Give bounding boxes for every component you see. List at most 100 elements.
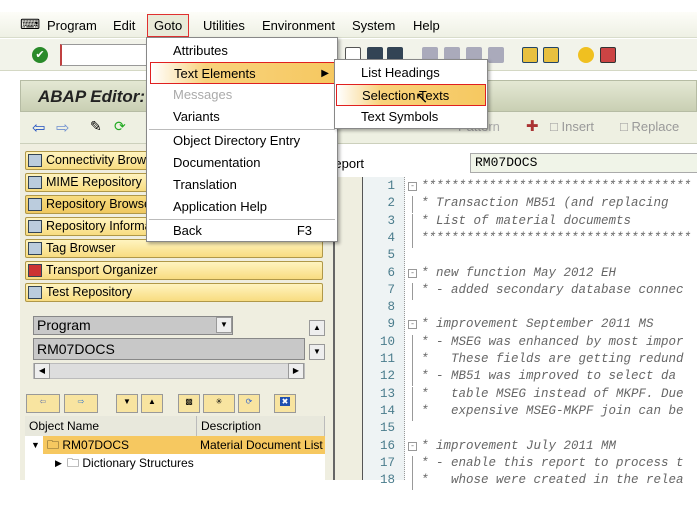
code-line[interactable]: 6 - * new function May 2012 EH bbox=[335, 266, 697, 283]
menu-item-variants[interactable]: Variants bbox=[148, 106, 220, 128]
menu-item-documentation[interactable]: Documentation bbox=[148, 152, 260, 174]
horizontal-scrollbar[interactable]: ◀ ▶ bbox=[33, 363, 305, 379]
code-line[interactable]: 7 * - added secondary database connec bbox=[335, 282, 697, 300]
code-line[interactable]: 16 - * improvement July 2011 MM bbox=[335, 439, 697, 456]
code-text: * improvement September 2011 MS bbox=[421, 317, 654, 332]
new-window-icon[interactable] bbox=[543, 47, 559, 63]
collapse-all-icon[interactable]: ▲ bbox=[141, 394, 163, 413]
layout-menu-icon[interactable] bbox=[600, 47, 616, 63]
fold-toggle-icon[interactable]: - bbox=[408, 441, 417, 451]
forward-arrow-icon[interactable]: ⇨ bbox=[56, 118, 69, 138]
menu-item-attributes[interactable]: Attributes bbox=[148, 40, 228, 62]
menu-item-application-help[interactable]: Application Help bbox=[148, 196, 267, 218]
enter-icon[interactable]: ✔ bbox=[32, 47, 48, 63]
fold-line bbox=[412, 334, 413, 352]
code-text: * improvement July 2011 MM bbox=[421, 438, 617, 453]
fold-toggle-icon[interactable]: - bbox=[408, 268, 417, 278]
create-shortcut-icon[interactable] bbox=[522, 47, 538, 63]
last-page-icon[interactable] bbox=[488, 47, 504, 63]
test-repository-button[interactable]: Test Repository bbox=[25, 283, 323, 302]
code-line[interactable]: 4 ************************************ bbox=[335, 230, 697, 248]
fold-toggle-icon[interactable]: - bbox=[408, 182, 417, 191]
active-inactive-icon[interactable]: ⟳ bbox=[114, 118, 126, 135]
expand-all-icon[interactable]: ▼ bbox=[116, 394, 138, 413]
menu-edit[interactable]: Edit bbox=[113, 18, 135, 33]
menu-item-back[interactable]: Back F3 bbox=[148, 220, 336, 242]
menu-item-list-headings[interactable]: List Headings bbox=[336, 62, 440, 84]
code-text: ************************************ bbox=[421, 230, 692, 245]
menu-help[interactable]: Help bbox=[413, 18, 440, 33]
code-line[interactable]: 12 * - MB51 was improved to select da bbox=[335, 369, 697, 387]
window-menu-icon[interactable]: ⌨ bbox=[20, 16, 40, 33]
replace-button[interactable]: □ Replace bbox=[620, 119, 679, 134]
scroll-up-icon[interactable]: ▲ bbox=[309, 320, 325, 336]
code-area[interactable]: 1- ************************************ 2 *… bbox=[335, 177, 697, 491]
code-line[interactable]: 5 bbox=[335, 248, 697, 265]
code-text: ************************************ bbox=[421, 179, 692, 193]
close-icon[interactable]: ✖ bbox=[274, 394, 296, 413]
code-line[interactable]: 9 - * improvement September 2011 MS bbox=[335, 317, 697, 334]
command-field[interactable] bbox=[60, 44, 150, 66]
chevron-down-icon[interactable]: ▼ bbox=[216, 317, 232, 333]
fold-line bbox=[412, 230, 413, 248]
scroll-down-icon[interactable]: ▼ bbox=[309, 344, 325, 360]
menu-environment[interactable]: Environment bbox=[262, 18, 335, 33]
line-number: 5 bbox=[387, 248, 395, 263]
menu-item-selection-texts[interactable]: Selection Texts bbox=[336, 84, 486, 106]
label: Transport Organizer bbox=[46, 263, 158, 277]
menu-utilities[interactable]: Utilities bbox=[203, 18, 245, 33]
tree-node-name[interactable]: 🗀 Dictionary Structures bbox=[67, 454, 194, 472]
menu-item-translation[interactable]: Translation bbox=[148, 174, 237, 196]
menu-item-text-symbols[interactable]: Text Symbols bbox=[336, 106, 438, 128]
code-line[interactable]: 15 bbox=[335, 421, 697, 438]
menu-system[interactable]: System bbox=[352, 18, 395, 33]
line-number: 10 bbox=[379, 334, 395, 349]
hierarchy-icon[interactable]: ▩ bbox=[178, 394, 200, 413]
collapsed-triangle-icon[interactable]: ▶ bbox=[55, 454, 62, 472]
code-line[interactable]: 14 * expensive MSEG-MKPF join can be bbox=[335, 403, 697, 421]
tree-node-name[interactable]: 🗀 RM07DOCS bbox=[43, 436, 197, 454]
new-object-icon[interactable]: ✳ bbox=[203, 394, 235, 413]
fold-line bbox=[412, 403, 413, 421]
tree-row[interactable]: ▶ 🗀 Dictionary Structures bbox=[25, 454, 325, 472]
transport-organizer-button[interactable]: Transport Organizer bbox=[25, 261, 323, 280]
code-line[interactable]: 3 * List of material documemts bbox=[335, 213, 697, 231]
insert-button[interactable]: □ Insert bbox=[550, 119, 594, 134]
pretty-printer-icon[interactable]: ✚ bbox=[526, 117, 539, 135]
object-type-select[interactable]: Program ▼ bbox=[33, 316, 233, 335]
object-type-value: Program bbox=[37, 317, 91, 333]
menu-program[interactable]: Program bbox=[47, 18, 97, 33]
code-line[interactable]: 11 * These fields are getting redund bbox=[335, 352, 697, 369]
column-header-object-name[interactable]: Object Name bbox=[25, 416, 197, 436]
column-header-description[interactable]: Description bbox=[197, 416, 325, 436]
code-line[interactable]: 8 bbox=[335, 300, 697, 317]
scroll-right-icon[interactable]: ▶ bbox=[288, 363, 304, 379]
code-line[interactable]: 10 * - MSEG was enhanced by most impor bbox=[335, 334, 697, 352]
display-change-icon[interactable]: ✎ bbox=[90, 118, 102, 135]
refresh-icon[interactable]: ⟳ bbox=[238, 394, 260, 413]
help-icon[interactable] bbox=[578, 47, 594, 63]
fold-toggle-icon[interactable]: - bbox=[408, 320, 417, 330]
code-line[interactable]: 2 * Transaction MB51 (and replacing bbox=[335, 196, 697, 214]
tree-forward-icon[interactable]: ⇨ bbox=[64, 394, 98, 413]
report-name-field: RM07DOCS bbox=[470, 153, 697, 173]
tree-row[interactable]: ▼ 🗀 RM07DOCS Material Document List bbox=[25, 436, 325, 454]
menu-goto[interactable]: Goto bbox=[147, 14, 190, 37]
scroll-left-icon[interactable]: ◀ bbox=[34, 363, 50, 379]
line-number: 11 bbox=[379, 352, 395, 366]
code-line[interactable]: 18 * whose were created in the relea bbox=[335, 473, 697, 491]
menu-item-messages: Messages bbox=[173, 87, 233, 102]
text-elements-submenu: List Headings Selection Texts Text Symbo… bbox=[334, 59, 488, 129]
menu-item-text-elements[interactable]: Text Elements ▶ bbox=[150, 62, 336, 84]
code-line[interactable]: 13 * table MSEG instead of MKPF. Due bbox=[335, 386, 697, 404]
insert-label: Insert bbox=[561, 119, 594, 134]
code-line[interactable]: 1 - ************************************ bbox=[335, 179, 697, 196]
tree-back-icon[interactable]: ⇦ bbox=[26, 394, 60, 413]
back-arrow-icon[interactable]: ⇦ bbox=[32, 118, 45, 138]
object-name-input[interactable]: RM07DOCS bbox=[33, 338, 305, 360]
expanded-triangle-icon[interactable]: ▼ bbox=[31, 436, 40, 454]
fold-line bbox=[412, 473, 413, 491]
code-line[interactable]: 17 * - enable this report to process t bbox=[335, 455, 697, 473]
menu-item-object-directory-entry[interactable]: Object Directory Entry bbox=[148, 130, 300, 152]
line-number: 1 bbox=[387, 179, 395, 193]
